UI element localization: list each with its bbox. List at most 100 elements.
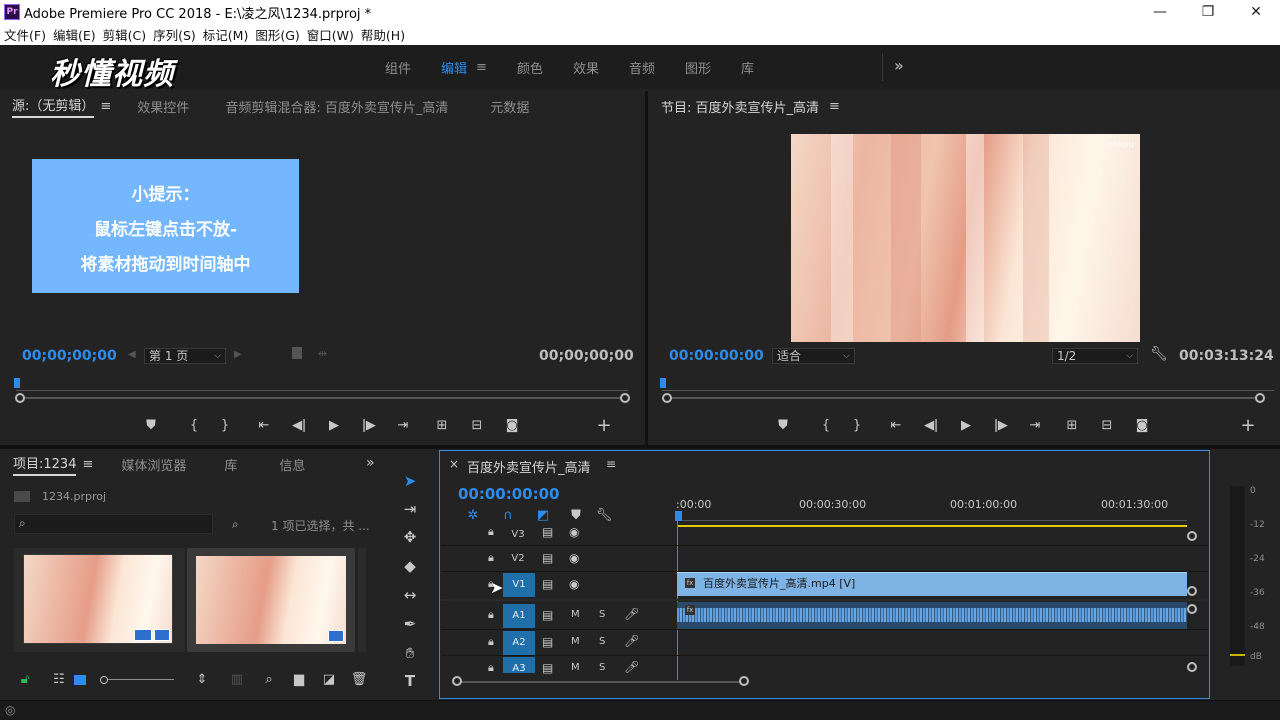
tab-info[interactable]: 信息 [279,455,305,474]
timeline-vscroll-handle[interactable] [1187,662,1197,672]
sync-lock-icon[interactable]: ▤ [542,525,553,539]
insert-icon[interactable]: ⇹ [318,347,327,360]
eye-icon[interactable]: ◉ [569,577,579,591]
project-thumbnail[interactable] [195,555,347,645]
sync-lock-icon[interactable]: ▤ [542,635,553,649]
program-fit-select[interactable]: 适合 ⌵ [772,348,855,364]
workspace-tab-graphics[interactable]: 图形 [685,58,711,77]
menu-graphics[interactable]: 图形(G) [255,25,299,44]
play-icon[interactable]: ▶ [948,418,984,433]
source-zoom-left-handle[interactable] [15,393,25,403]
source-page-select[interactable]: 第 1 页 ⌵ [144,348,226,364]
program-tab-menu-icon[interactable]: ≡ [829,99,840,114]
maximize-button[interactable]: ❐ [1184,0,1232,24]
new-search-bin-icon[interactable]: ⌕ [232,517,239,532]
play-icon[interactable]: ▶ [316,418,352,433]
workspace-menu-icon[interactable]: ≡ [476,60,487,75]
eye-icon[interactable]: ◉ [569,525,579,539]
find-icon[interactable]: ⌕ [254,672,284,687]
go-to-out-icon[interactable]: ⇥ [386,418,420,433]
menu-help[interactable]: 帮助(H) [361,25,405,44]
linked-selection-icon[interactable]: ◩ [528,508,558,523]
out-point-icon[interactable]: } [846,418,868,433]
nest-icon[interactable]: ✲ [458,508,488,523]
project-thumbnail[interactable] [23,554,173,644]
workspace-tab-libraries[interactable]: 库 [741,58,754,77]
workspace-more-icon[interactable]: » [894,56,904,75]
add-marker-icon[interactable]: ⛊ [558,508,594,523]
project-tab-menu-icon[interactable]: ≡ [82,457,93,472]
track-v2-label[interactable]: V2 [502,547,534,571]
project-more-icon[interactable]: » [366,455,375,471]
sync-lock-icon[interactable]: ▤ [542,577,553,591]
timeline-zoom-left-handle[interactable] [452,676,462,686]
eye-icon[interactable]: ◉ [569,551,579,565]
timeline-vscroll-handle[interactable] [1187,531,1197,541]
ripple-edit-tool-icon[interactable]: ✥ [401,528,419,546]
mute-button[interactable]: M [571,636,580,647]
next-page-icon[interactable]: ▶ [234,349,242,360]
solo-button[interactable]: S [599,609,605,620]
tab-libraries[interactable]: 库 [224,455,237,474]
tab-program[interactable]: 节目: 百度外卖宣传片_高清 [661,97,819,116]
program-zoom-left-handle[interactable] [662,393,672,403]
selection-tool-icon[interactable]: ➤ [401,472,419,490]
project-search-input[interactable]: ⌕ [14,514,213,534]
program-playhead-timecode[interactable]: 00:00:00:00 [669,348,764,364]
add-button-icon[interactable]: + [1238,415,1258,436]
slip-tool-icon[interactable]: ↔ [401,586,419,604]
track-v1-label[interactable]: V1 [503,573,535,597]
tab-metadata[interactable]: 元数据 [490,97,529,116]
menu-sequence[interactable]: 序列(S) [153,25,196,44]
pen-tool-icon[interactable]: ✒ [401,615,419,633]
tab-project[interactable]: 项目:1234 [13,453,77,476]
project-item-frame-selected[interactable] [187,548,355,652]
tab-effect-controls[interactable]: 效果控件 [137,97,189,116]
prev-page-icon[interactable]: ◀ [128,349,136,360]
close-button[interactable]: ✕ [1232,0,1280,24]
workspace-tab-editing[interactable]: 编辑 [441,58,467,77]
solo-button[interactable]: S [599,636,605,647]
step-back-icon[interactable]: ◀ǀ [282,418,316,433]
program-playhead[interactable] [660,378,666,388]
track-v3-label[interactable]: V3 [502,523,534,547]
track-a2-label[interactable]: A2 [503,631,535,655]
timeline-sequence-tab[interactable]: 百度外卖宣传片_高清 [467,457,591,476]
new-item-icon[interactable]: ◪ [314,672,344,687]
go-to-in-icon[interactable]: ⇤ [878,418,914,433]
lock-icon[interactable]: 🔒︎ [488,661,494,675]
overwrite-clip-icon[interactable]: ⊟ [464,418,490,433]
tab-media-browser[interactable]: 媒体浏览器 [121,455,186,474]
in-point-icon[interactable]: { [174,418,214,433]
drop-frame-icon[interactable] [292,347,302,359]
timeline-zoom-right-handle[interactable] [739,676,749,686]
zoom-slider[interactable] [108,679,174,680]
program-zoom-scrollbar[interactable] [668,397,1262,399]
program-zoom-right-handle[interactable] [1255,393,1265,403]
razor-tool-icon[interactable]: ◆ [401,557,419,575]
mic-icon[interactable]: 🎤︎ [624,660,639,674]
mute-button[interactable]: M [571,609,580,620]
lift-icon[interactable]: ⊞ [1052,418,1092,433]
workspace-tab-assembly[interactable]: 组件 [385,58,411,77]
timeline-timecode[interactable]: 00:00:00:00 [458,485,560,503]
sync-lock-icon[interactable]: ▤ [542,608,553,622]
track-a3-label[interactable]: A3 [503,657,535,673]
source-tab-menu-icon[interactable]: ≡ [100,99,111,114]
zoom-slider-knob[interactable] [100,675,108,684]
menu-edit[interactable]: 编辑(E) [53,25,96,44]
lock-icon[interactable]: 🔓︎ [14,672,36,687]
source-zoom-right-handle[interactable] [620,393,630,403]
track-select-tool-icon[interactable]: ⇥ [401,500,419,518]
lock-icon[interactable]: 🔒︎ [488,525,494,539]
workspace-tab-color[interactable]: 颜色 [517,58,543,77]
menu-clip[interactable]: 剪辑(C) [103,25,146,44]
workspace-tab-audio[interactable]: 音频 [629,58,655,77]
out-point-icon[interactable]: } [214,418,236,433]
source-zoom-scrollbar[interactable] [22,397,622,399]
track-a1-label[interactable]: A1 [503,604,535,628]
tab-audio-clip-mixer[interactable]: 音频剪辑混合器: 百度外卖宣传片_高清 [225,97,448,116]
timeline-tab-menu-icon[interactable]: ≡ [606,457,616,471]
marker-icon[interactable]: ⛊ [140,418,162,433]
mute-button[interactable]: M [571,662,580,673]
